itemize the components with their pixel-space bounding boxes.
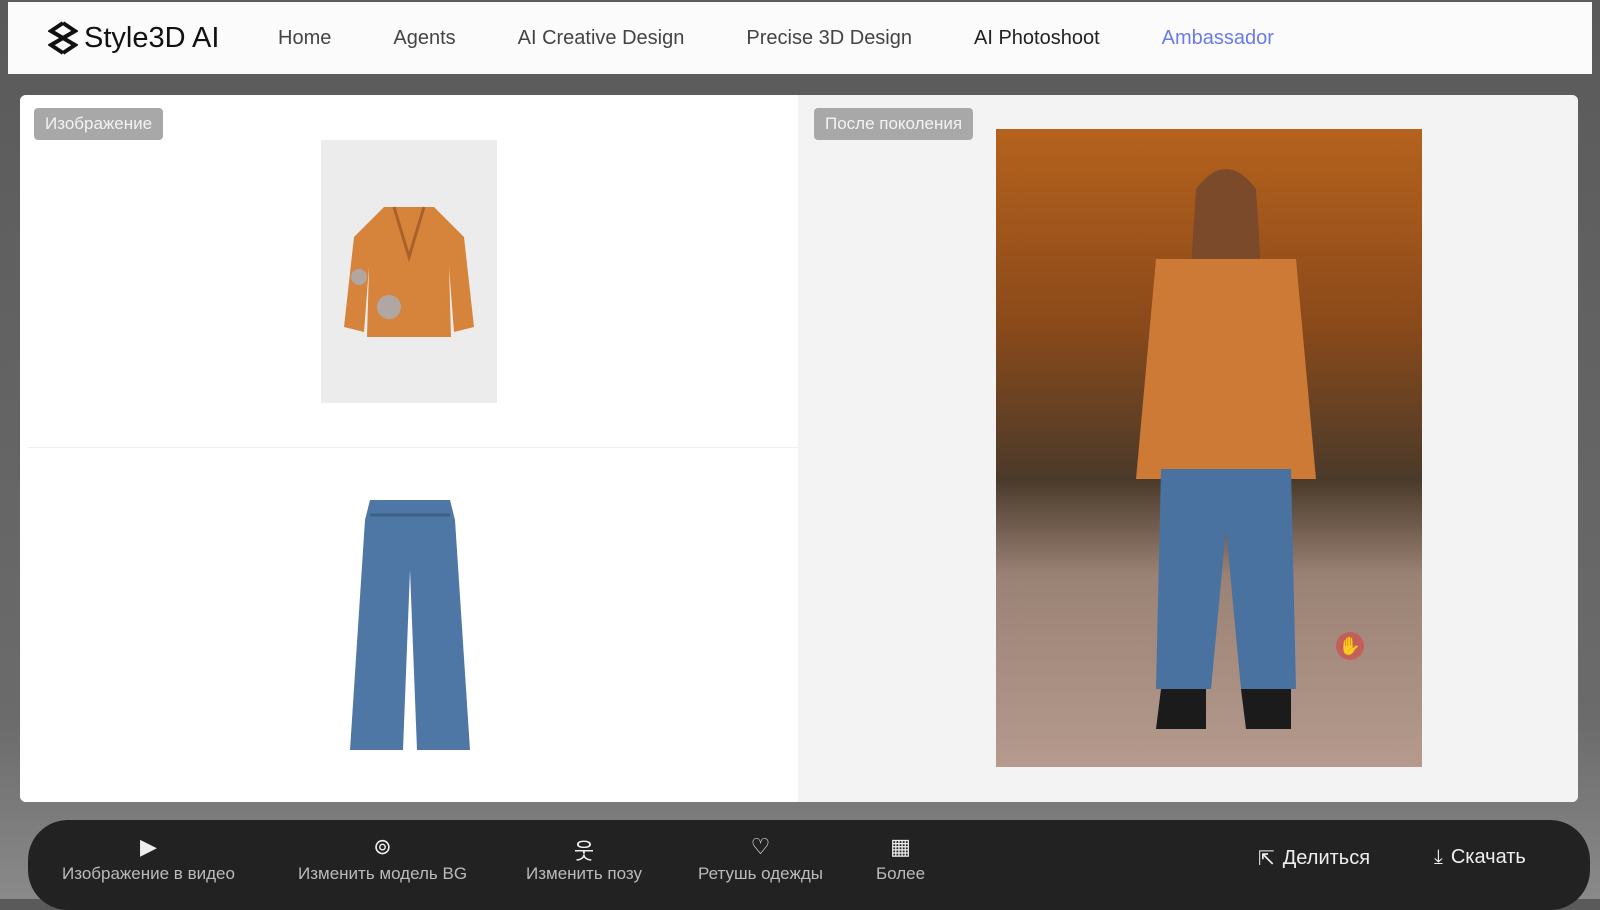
nav-ai-photoshoot[interactable]: AI Photoshoot xyxy=(974,27,1100,50)
tool-label: Изменить позу xyxy=(526,864,642,883)
share-button[interactable]: ⇱ Делиться xyxy=(1258,846,1370,871)
style3d-logo-icon xyxy=(48,21,78,55)
change-model-icon: ⊚ xyxy=(373,834,392,859)
download-icon: ⤓ xyxy=(1434,846,1443,868)
more-button[interactable]: ▦ Более xyxy=(876,834,925,884)
generated-photo[interactable] xyxy=(996,129,1422,767)
video-icon: ▶ xyxy=(140,834,157,859)
nav-ambassador[interactable]: Ambassador xyxy=(1162,27,1274,50)
top-nav: Style3D AI Home Agents AI Creative Desig… xyxy=(8,2,1592,74)
change-pose-button[interactable]: 웃 Изменить позу xyxy=(526,834,642,884)
nav-precise-3d-design[interactable]: Precise 3D Design xyxy=(746,27,912,50)
result-panel: После поколения xyxy=(798,95,1578,802)
jacket-image[interactable] xyxy=(321,140,497,403)
tool-label: Изображение в видео xyxy=(62,864,235,883)
image-to-video-button[interactable]: ▶ Изображение в видео xyxy=(62,834,235,884)
input-tag: Изображение xyxy=(34,108,164,140)
pose-icon: 웃 xyxy=(573,839,595,864)
tool-label: Более xyxy=(876,864,926,883)
download-label: Скачать xyxy=(1450,846,1526,868)
retouch-clothes-button[interactable]: ♡ Ретушь одежды xyxy=(698,834,823,884)
jeans-image[interactable] xyxy=(345,500,475,760)
bottom-toolbar: ▶ Изображение в видео ⊚ Изменить модель BG… xyxy=(28,820,1590,910)
hand-cursor-icon: ✋ xyxy=(1336,632,1364,660)
jeans-illustration xyxy=(350,500,470,750)
nav-agents[interactable]: Agents xyxy=(393,27,455,50)
model-illustration xyxy=(1136,169,1316,729)
tool-label: Ретушь одежды xyxy=(698,864,823,883)
change-model-bg-button[interactable]: ⊚ Изменить модель BG xyxy=(298,834,467,884)
brand-logo[interactable]: Style3D AI xyxy=(48,21,278,55)
share-label: Делиться xyxy=(1282,847,1371,869)
retouch-icon: ♡ xyxy=(750,834,771,859)
brand-name: Style3D AI xyxy=(84,21,220,54)
input-panel: Изображение xyxy=(20,95,798,802)
result-tag: После поколения xyxy=(814,108,974,140)
download-button[interactable]: ⤓ Скачать xyxy=(1434,846,1526,869)
more-icon: ▦ xyxy=(890,834,911,859)
jacket-illustration xyxy=(344,206,474,337)
share-icon: ⇱ xyxy=(1258,848,1275,870)
tool-label: Изменить модель BG xyxy=(298,864,468,883)
workspace: Изображение После поколения xyxy=(20,95,1578,802)
nav-home[interactable]: Home xyxy=(278,27,331,50)
nav-ai-creative-design[interactable]: AI Creative Design xyxy=(518,27,685,50)
panel-divider xyxy=(28,447,798,448)
